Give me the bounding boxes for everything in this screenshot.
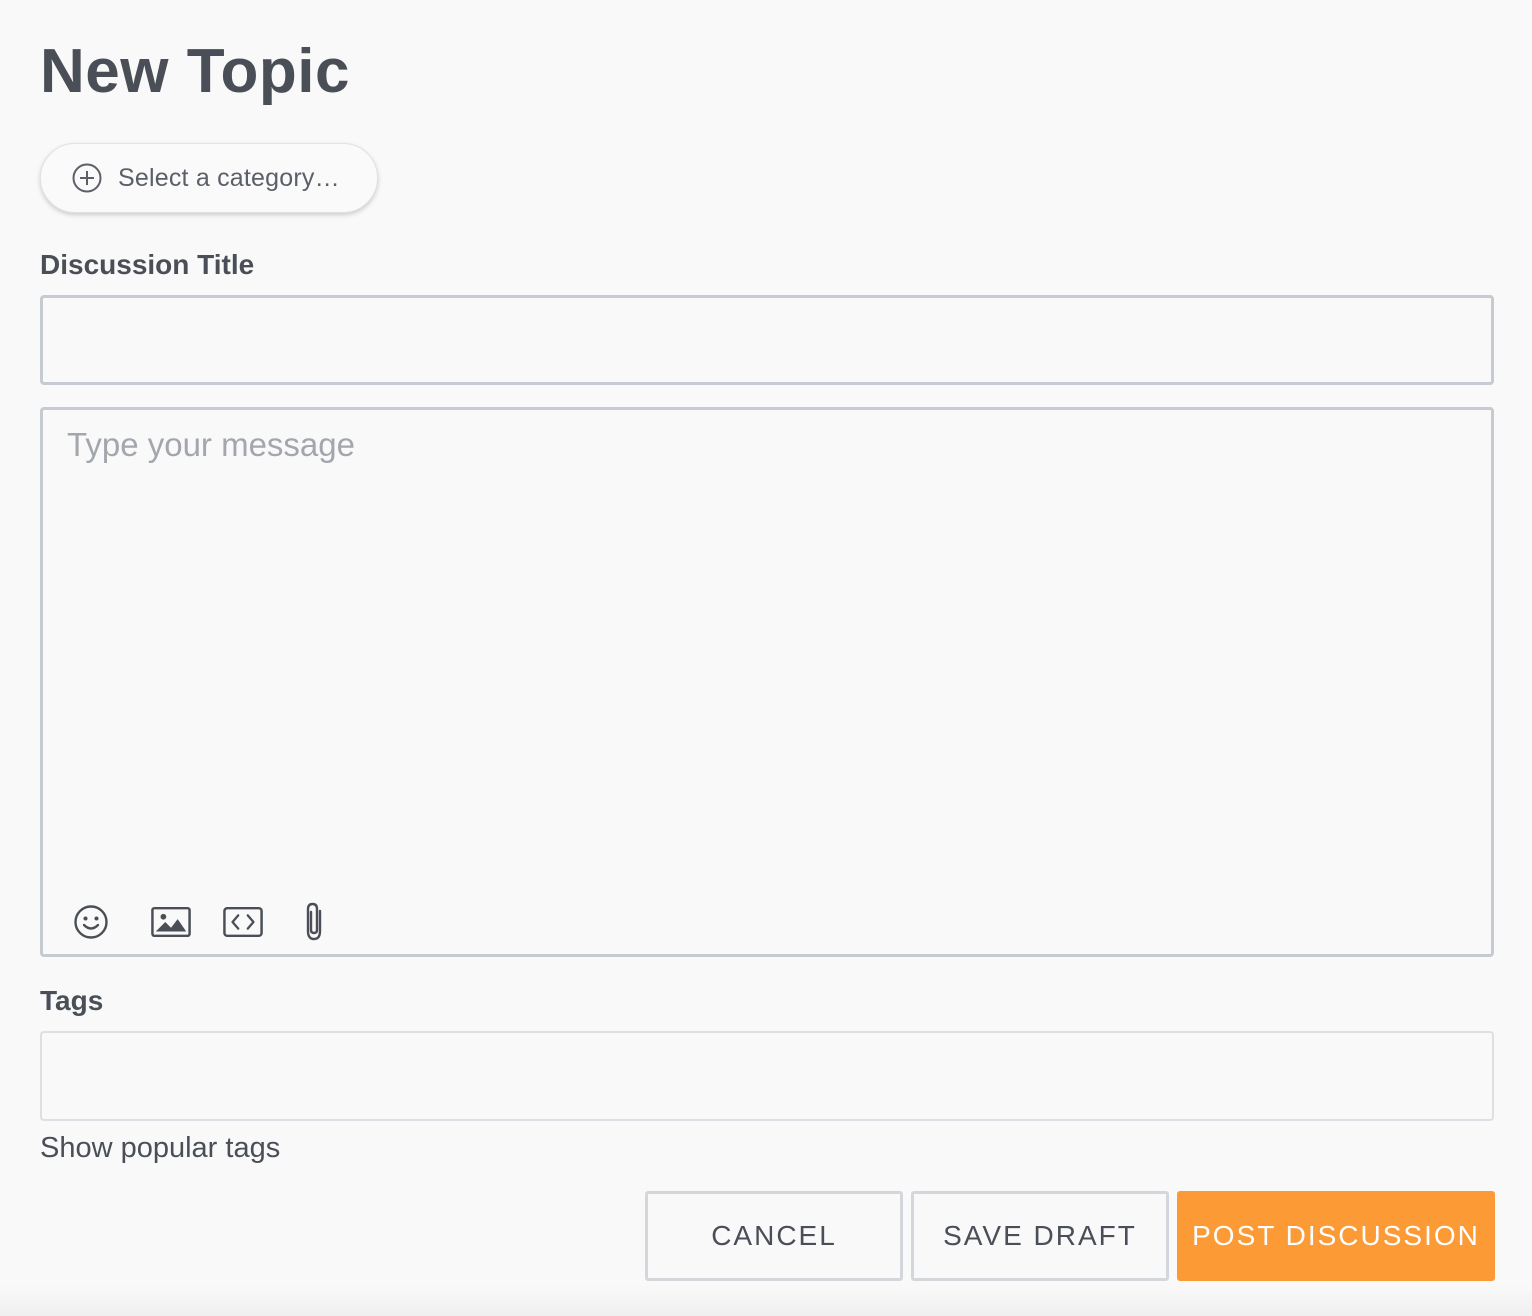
new-topic-page: New Topic Select a category… Discussion … bbox=[0, 0, 1532, 1316]
code-icon[interactable] bbox=[223, 900, 263, 944]
cancel-button[interactable]: CANCEL bbox=[645, 1191, 903, 1281]
show-popular-tags-link[interactable]: Show popular tags bbox=[40, 1132, 280, 1165]
page-title: New Topic bbox=[40, 37, 350, 106]
save-draft-button[interactable]: SAVE DRAFT bbox=[911, 1191, 1169, 1281]
message-editor bbox=[40, 407, 1494, 957]
select-category-label: Select a category… bbox=[118, 163, 340, 192]
image-icon[interactable] bbox=[151, 900, 191, 944]
tags-input[interactable] bbox=[40, 1031, 1494, 1121]
message-textarea[interactable] bbox=[43, 410, 1491, 870]
post-discussion-button[interactable]: POST DISCUSSION bbox=[1177, 1191, 1495, 1281]
tags-label: Tags bbox=[40, 985, 104, 1016]
attachment-icon[interactable] bbox=[295, 900, 335, 944]
plus-circle-icon bbox=[72, 163, 102, 193]
discussion-title-label: Discussion Title bbox=[40, 249, 255, 280]
select-category-button[interactable]: Select a category… bbox=[40, 143, 378, 213]
emoji-icon[interactable] bbox=[71, 900, 111, 944]
discussion-title-input[interactable] bbox=[40, 295, 1494, 385]
